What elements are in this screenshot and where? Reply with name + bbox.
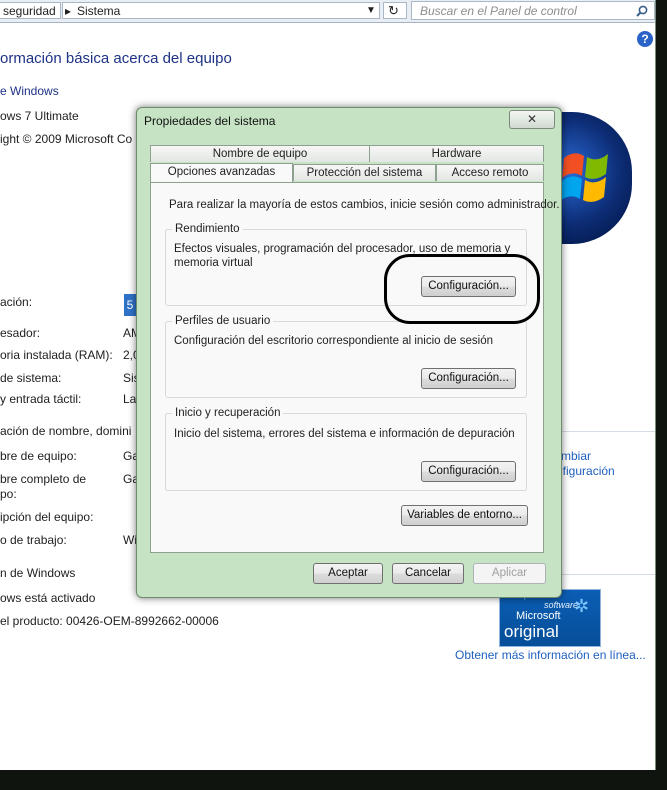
environment-variables-button[interactable]: Variables de entorno... <box>401 505 528 526</box>
breadcrumb-sistema[interactable]: ▸ Sistema ▼ <box>62 2 380 19</box>
tab-opciones-avanzadas[interactable]: Opciones avanzadas <box>150 163 293 183</box>
system-properties-dialog: Propiedades del sistema ✕ Nombre de equi… <box>136 107 562 598</box>
refresh-button[interactable]: ↻ <box>383 2 407 19</box>
pen-touch-value: La <box>123 392 137 406</box>
cancel-button[interactable]: Cancelar <box>392 563 464 584</box>
badge-text: software <box>544 600 579 610</box>
processor-label: esador: <box>0 326 41 340</box>
user-profiles-label: Perfiles de usuario <box>172 315 274 327</box>
windows-flag-icon <box>562 153 608 202</box>
search-input[interactable]: Buscar en el Panel de control <box>411 1 655 20</box>
tab-hardware[interactable]: Hardware <box>369 145 544 162</box>
close-button[interactable]: ✕ <box>509 110 555 129</box>
system-type-label: de sistema: <box>0 371 62 385</box>
apply-button[interactable]: Aplicar <box>473 563 546 584</box>
badge-text: Microsoft <box>516 610 561 622</box>
search-icon[interactable] <box>636 5 648 17</box>
rating-label: ación: <box>0 295 33 309</box>
page-title: ormación básica acerca del equipo <box>0 50 232 67</box>
tab-acceso-remoto[interactable]: Acceso remoto <box>436 164 544 181</box>
star-icon: ✲ <box>574 596 590 616</box>
startup-recovery-settings-button[interactable]: Configuración... <box>421 461 516 482</box>
startup-recovery-description: Inicio del sistema, errores del sistema … <box>174 428 515 440</box>
help-icon[interactable]: ? <box>637 31 653 47</box>
chevron-down-icon[interactable]: ▼ <box>366 5 376 16</box>
ram-label: oria instalada (RAM): <box>0 348 113 362</box>
windows-edition: ows 7 Ultimate <box>0 109 79 123</box>
section-activation: n de Windows <box>0 566 76 580</box>
annotation-circle <box>384 254 540 324</box>
copyright-text: ight © 2009 Microsoft Co <box>0 132 133 146</box>
user-profiles-group: Perfiles de usuario Configuración del es… <box>165 315 527 398</box>
refresh-icon: ↻ <box>388 3 399 18</box>
breadcrumb-seguridad[interactable]: seguridad <box>0 2 61 19</box>
workgroup-label: o de trabajo: <box>0 533 67 547</box>
dialog-title: Propiedades del sistema <box>144 114 276 128</box>
full-name-label-2: po: <box>0 487 17 501</box>
tab-strip: Nombre de equipo Hardware Opciones avanz… <box>150 145 544 183</box>
activation-status: ows está activado <box>0 591 96 605</box>
pen-touch-label: y entrada táctil: <box>0 392 82 406</box>
user-profiles-settings-button[interactable]: Configuración... <box>421 368 516 389</box>
section-computer-name: ación de nombre, domini <box>0 424 132 438</box>
change-settings-link-2[interactable]: nfiguración <box>556 464 615 478</box>
user-profiles-description: Configuración del escritorio correspondi… <box>174 335 493 347</box>
breadcrumb-label: seguridad <box>3 4 56 18</box>
computer-name-label: bre de equipo: <box>0 449 77 463</box>
search-placeholder: Buscar en el Panel de control <box>420 4 577 18</box>
product-id: el producto: 00426-OEM-8992662-00006 <box>0 614 219 628</box>
rating-badge[interactable]: 5 <box>124 294 136 316</box>
tab-nombre-de-equipo[interactable]: Nombre de equipo <box>150 145 370 162</box>
ok-button[interactable]: Aceptar <box>313 563 383 584</box>
description-label: ipción del equipo: <box>0 510 94 524</box>
divider <box>560 431 655 432</box>
admin-note: Para realizar la mayoría de estos cambio… <box>169 199 560 211</box>
performance-label: Rendimiento <box>172 223 243 235</box>
address-bar: seguridad ▸ Sistema ▼ ↻ Buscar en el Pan… <box>0 0 655 23</box>
advanced-options-panel: Para realizar la mayoría de estos cambio… <box>150 182 560 553</box>
startup-recovery-group: Inicio y recuperación Inicio del sistema… <box>165 407 527 491</box>
full-name-label: bre completo de <box>0 472 87 486</box>
workgroup-value: Wi <box>123 533 137 547</box>
performance-description-2: memoria virtual <box>174 257 253 269</box>
chevron-right-icon: ▸ <box>65 4 72 18</box>
startup-recovery-label: Inicio y recuperación <box>172 407 284 419</box>
divider <box>560 574 655 575</box>
section-windows-edition: e Windows <box>0 84 59 98</box>
more-info-link[interactable]: Obtener más información en línea... <box>455 648 646 662</box>
breadcrumb-label: Sistema <box>77 4 121 18</box>
tab-proteccion-del-sistema[interactable]: Protección del sistema <box>293 164 436 181</box>
badge-text: original <box>504 622 559 641</box>
change-settings-link[interactable]: mbiar <box>561 449 591 463</box>
